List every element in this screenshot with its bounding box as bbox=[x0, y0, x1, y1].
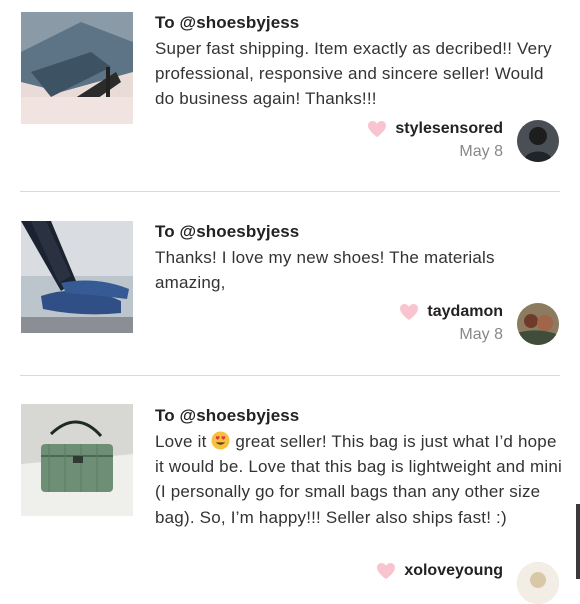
heart-icon[interactable] bbox=[367, 120, 387, 138]
divider bbox=[20, 191, 560, 192]
divider bbox=[20, 375, 560, 376]
avatar-image bbox=[517, 120, 559, 162]
reviewer-username[interactable]: stylesensored bbox=[395, 120, 503, 138]
reviewer-avatar[interactable] bbox=[517, 120, 559, 162]
heart-icon[interactable] bbox=[376, 562, 396, 580]
review-recipient: To @shoesbyjess bbox=[155, 406, 300, 425]
listing-thumbnail[interactable] bbox=[21, 404, 133, 516]
review-message-part-1: Love it bbox=[155, 432, 212, 451]
review-date: May 8 bbox=[459, 143, 503, 160]
heart-icon[interactable] bbox=[399, 303, 419, 321]
green-bag-photo bbox=[21, 404, 133, 516]
screen-edge bbox=[576, 504, 580, 579]
reviewer-username[interactable]: xoloveyoung bbox=[404, 562, 503, 580]
reviewer-username[interactable]: taydamon bbox=[427, 303, 503, 321]
review-message: Thanks! I love my new shoes! The materia… bbox=[155, 248, 495, 293]
review-message: Super fast shipping. Item exactly as dec… bbox=[155, 39, 552, 109]
heart-eyes-emoji-icon bbox=[211, 431, 230, 450]
review-date: May 8 bbox=[459, 326, 503, 343]
reviewer-avatar[interactable] bbox=[517, 303, 559, 345]
avatar-image bbox=[517, 562, 559, 604]
reviewer-row: stylesensored bbox=[367, 120, 503, 138]
heels-photo bbox=[21, 12, 133, 124]
reviewer-avatar[interactable] bbox=[517, 562, 559, 604]
reviewer-row: taydamon bbox=[399, 303, 503, 321]
reviewer-row: xoloveyoung bbox=[376, 562, 503, 580]
listing-thumbnail[interactable] bbox=[21, 12, 133, 124]
listing-thumbnail[interactable] bbox=[21, 221, 133, 333]
avatar-image bbox=[517, 303, 559, 345]
review-recipient: To @shoesbyjess bbox=[155, 13, 300, 32]
loafers-photo bbox=[21, 221, 133, 333]
review-message: Love it great seller! This bag is just w… bbox=[155, 429, 565, 530]
review-recipient: To @shoesbyjess bbox=[155, 222, 300, 241]
